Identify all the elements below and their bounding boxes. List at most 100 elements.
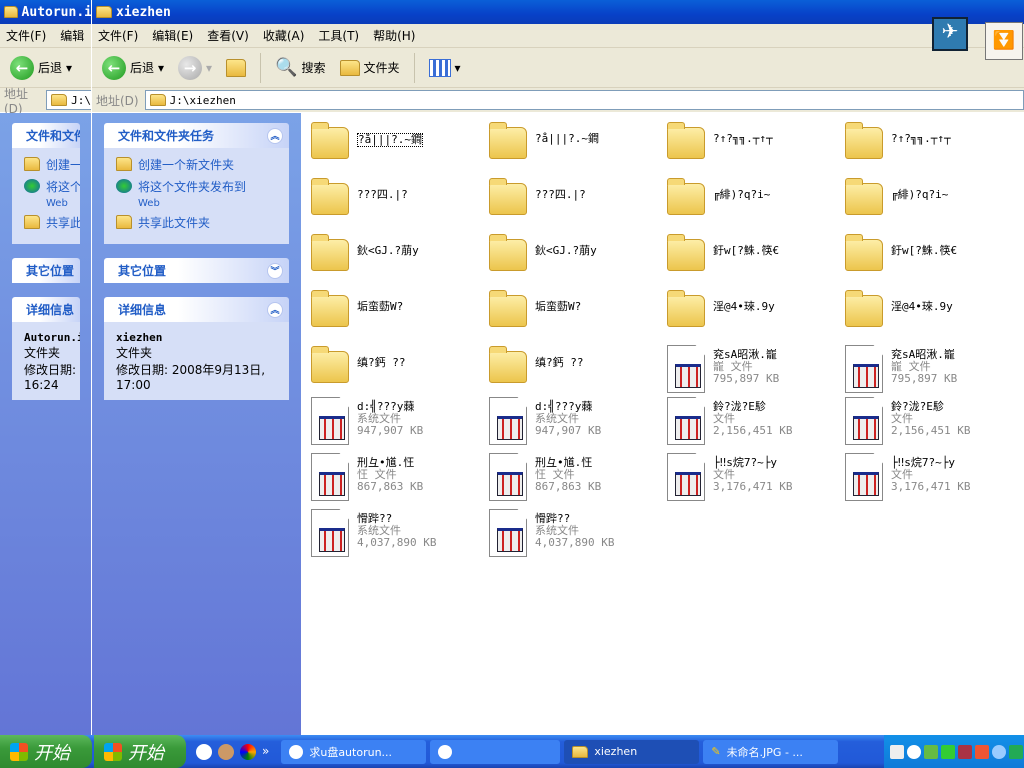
file-item[interactable]: d:╣???y蕀 系统文件 947,907 KB bbox=[489, 397, 667, 447]
share-folder-icon bbox=[116, 215, 132, 229]
panel-header-other[interactable]: 其它位置 bbox=[12, 258, 80, 283]
file-item[interactable]: 刑彑•馗.忹忹 文件 867,863 KB bbox=[489, 453, 667, 503]
address-input[interactable]: J:\xiezhen bbox=[144, 90, 1024, 110]
collapse-chevron-icon[interactable]: ︽ bbox=[267, 127, 283, 144]
task-new-folder[interactable]: 创建一个新文件夹 bbox=[116, 156, 277, 173]
file-item[interactable]: 兖sA昭湫.巃巃 文件 795,897 KB bbox=[667, 345, 845, 395]
network-icon[interactable] bbox=[924, 744, 938, 759]
file-item[interactable]: ├‼s烷7?~├y 文件 3,176,471 KB bbox=[845, 453, 1023, 503]
address-value: J:\ bbox=[71, 93, 91, 107]
monitor-icon[interactable] bbox=[941, 744, 955, 759]
start-button[interactable]: 开始 bbox=[0, 735, 92, 768]
folder-item[interactable]: ???四.|? bbox=[489, 177, 667, 227]
panel-header-tasks[interactable]: 文件和文件夹任务 ︽ bbox=[104, 123, 289, 148]
umbrella-icon[interactable] bbox=[1009, 744, 1023, 759]
folder-item[interactable]: ?↑?╗╗.┬↑┬ bbox=[845, 121, 1023, 171]
menu-favorites[interactable]: 收藏(A) bbox=[263, 27, 305, 44]
folder-item[interactable]: 缜?鈣 ?? bbox=[311, 345, 489, 395]
item-text: ???四.|? bbox=[357, 177, 408, 227]
menu-file[interactable]: 文件(F) bbox=[98, 27, 138, 44]
folder-item[interactable]: 釪w[?鮢.筷€ bbox=[845, 233, 1023, 283]
taskbar-item-browser[interactable] bbox=[430, 739, 561, 764]
folder-item[interactable]: ???四.|? bbox=[311, 177, 489, 227]
media-player-icon[interactable] bbox=[240, 743, 256, 760]
file-item[interactable]: d:╣???y蕀 系统文件 947,907 KB bbox=[311, 397, 489, 447]
file-item[interactable]: ├‼s烷7?~├y 文件 3,176,471 KB bbox=[667, 453, 845, 503]
title-bar[interactable]: Autorun.i bbox=[0, 0, 92, 24]
up-folder-button[interactable] bbox=[222, 57, 250, 79]
task-share-folder[interactable]: 共享此文件夹 bbox=[116, 214, 277, 231]
item-text: 鈴?泷?E駗 文件 2,156,451 KB bbox=[713, 397, 792, 447]
folder-item[interactable]: ?↑?╗╗.┬↑┬ bbox=[667, 121, 845, 171]
file-item[interactable]: 愲跸?? 系统文件 4,037,890 KB bbox=[311, 509, 489, 559]
task-new-folder[interactable]: 创建一个 bbox=[24, 156, 80, 173]
maxthon-icon bbox=[438, 744, 453, 759]
folder-item[interactable]: ?å|||?.~鐧 bbox=[311, 121, 489, 171]
folder-item[interactable]: 釪w[?鮢.筷€ bbox=[667, 233, 845, 283]
explorer-window[interactable]: xiezhen 文件(F) 编辑(E) 查看(V) 收藏(A) 工具(T) 帮助(H) ✈… bbox=[91, 0, 1024, 735]
item-size: 4,037,890 KB bbox=[357, 536, 437, 549]
folder-item[interactable]: 缜?鈣 ?? bbox=[489, 345, 667, 395]
taskbar-item-paint[interactable]: ✎ 未命名.JPG - ... bbox=[703, 739, 839, 764]
start-button-2[interactable]: 开始 bbox=[94, 735, 186, 768]
panel-header-details[interactable]: 详细信息 ︽ bbox=[104, 297, 289, 322]
folder-item[interactable]: 鈥<GJ.?萠y bbox=[489, 233, 667, 283]
download-icon[interactable] bbox=[975, 744, 989, 759]
folder-item[interactable]: ?å|||?.~鐧 bbox=[489, 121, 667, 171]
back-button[interactable]: ← 后退 ▾ bbox=[6, 54, 76, 82]
folder-item[interactable]: ╔緋)?q?i~ bbox=[667, 177, 845, 227]
menu-tools[interactable]: 工具(T) bbox=[318, 27, 359, 44]
address-input[interactable]: J:\ bbox=[46, 90, 92, 110]
background-explorer-window[interactable]: Autorun.i 文件(F)编辑 ←后退 ▾ 地址(D)J:\ 文件和文件 创… bbox=[0, 0, 92, 735]
disconnected-icon[interactable] bbox=[958, 744, 972, 759]
app-bird-icon[interactable]: ✈ bbox=[932, 17, 968, 51]
folders-label: 文件夹 bbox=[363, 61, 400, 75]
file-item[interactable]: 刑彑•馗.忹忹 文件 867,863 KB bbox=[311, 453, 489, 503]
toolbar-separator bbox=[260, 52, 262, 83]
menu-edit[interactable]: 编辑 bbox=[60, 27, 84, 44]
panel-header-details[interactable]: 详细信息 bbox=[12, 297, 80, 322]
forward-button[interactable]: → ▾ bbox=[174, 54, 216, 82]
task-publish[interactable]: 将这个文 Web bbox=[24, 178, 80, 209]
mascot-icon[interactable] bbox=[218, 743, 234, 760]
folder-item[interactable]: 淫@4•琜.9y bbox=[845, 289, 1023, 339]
keyboard-icon[interactable] bbox=[890, 744, 904, 759]
collapse-chevron-icon[interactable]: ︽ bbox=[267, 301, 283, 318]
chat-icon[interactable] bbox=[196, 743, 212, 760]
security-icon[interactable] bbox=[992, 744, 1006, 759]
panel-header-other[interactable]: 其它位置 ︾ bbox=[104, 258, 289, 283]
views-button[interactable]: ▾ bbox=[425, 57, 465, 79]
panel-title: 文件和文件夹任务 bbox=[118, 129, 215, 143]
item-text: 淫@4•琜.9y bbox=[713, 289, 775, 339]
panel-title: 详细信息 bbox=[26, 303, 75, 317]
file-item[interactable]: 鈴?泷?E駗 文件 2,156,451 KB bbox=[845, 397, 1023, 447]
folder-item[interactable]: 鈥<GJ.?萠y bbox=[311, 233, 489, 283]
folder-item[interactable]: 垢蛮葝W? bbox=[311, 289, 489, 339]
folders-button[interactable]: 文件夹 bbox=[336, 57, 404, 78]
taskbar-item-xiezhen[interactable]: xiezhen bbox=[564, 739, 700, 764]
search-button[interactable]: 🔍 搜索 bbox=[271, 55, 329, 80]
quick-launch-more[interactable]: » bbox=[262, 744, 269, 760]
title-bar[interactable]: xiezhen bbox=[92, 0, 1024, 24]
task-publish-web[interactable]: 将这个文件夹发布到 Web bbox=[116, 178, 277, 209]
folder-item[interactable]: 垢蛮葝W? bbox=[489, 289, 667, 339]
menu-view[interactable]: 查看(V) bbox=[207, 27, 249, 44]
download-arrows-icon[interactable]: ⏬ bbox=[985, 22, 1023, 60]
expand-chevron-icon[interactable]: ︾ bbox=[267, 262, 283, 279]
menu-file[interactable]: 文件(F) bbox=[6, 27, 46, 44]
menu-edit[interactable]: 编辑(E) bbox=[152, 27, 193, 44]
file-item[interactable]: 愲跸?? 系统文件 4,037,890 KB bbox=[489, 509, 667, 559]
item-name: ?↑?╗╗.┬↑┬ bbox=[891, 132, 951, 145]
back-button[interactable]: ← 后退 ▾ bbox=[98, 54, 168, 82]
panel-header-tasks[interactable]: 文件和文件 bbox=[12, 123, 80, 148]
taskbar-item-autorun[interactable]: 求u盘autorun... bbox=[281, 739, 427, 764]
file-item[interactable]: 兖sA昭湫.巃巃 文件 795,897 KB bbox=[845, 345, 1023, 395]
task-share[interactable]: 共享此文 bbox=[24, 214, 80, 231]
file-item[interactable]: 鈴?泷?E駗 文件 2,156,451 KB bbox=[667, 397, 845, 447]
menu-help[interactable]: 帮助(H) bbox=[373, 27, 415, 44]
folder-icon bbox=[667, 178, 705, 215]
file-list[interactable]: ?å|||?.~鐧 ?å|||?.~鐧 ?↑?╗╗.┬↑┬ ?↑?╗╗.┬↑┬ ???四… bbox=[301, 113, 1024, 735]
folder-item[interactable]: ╔緋)?q?i~ bbox=[845, 177, 1023, 227]
folder-item[interactable]: 淫@4•琜.9y bbox=[667, 289, 845, 339]
show-hidden-icons-button[interactable] bbox=[907, 744, 921, 759]
